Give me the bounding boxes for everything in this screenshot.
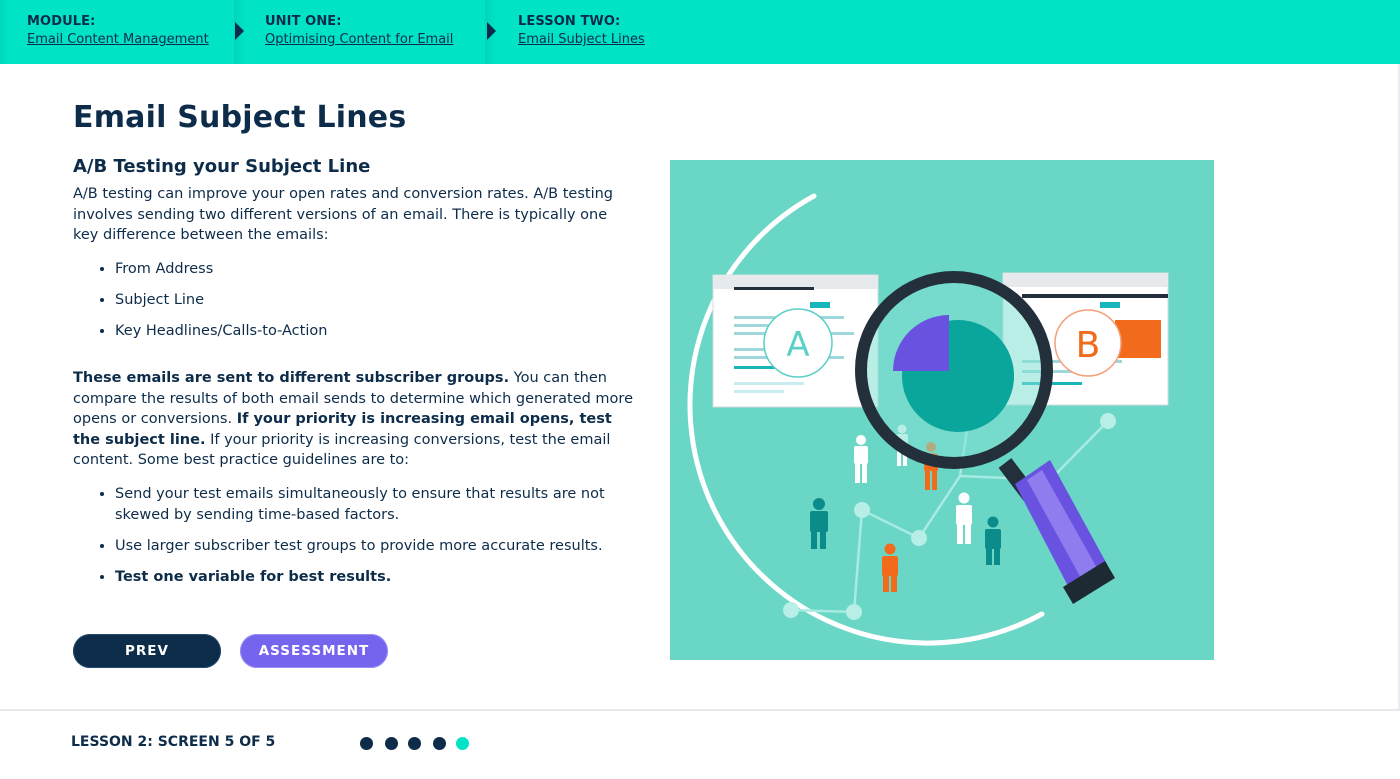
section-title: A/B Testing your Subject Line [73, 156, 371, 177]
pagination-dot[interactable] [360, 737, 373, 750]
prev-button[interactable]: PREV [73, 634, 221, 668]
breadcrumb-module: MODULE: Email Content Management [27, 0, 209, 64]
breadcrumb-arrow-icon [487, 22, 496, 40]
breadcrumb-edge-shade [0, 0, 8, 64]
guidance-paragraph: These emails are sent to different subsc… [73, 368, 633, 471]
page-title: Email Subject Lines [73, 100, 407, 135]
list-item: Send your test emails simultaneously to … [115, 484, 633, 525]
intro-paragraph: A/B testing can improve your open rates … [73, 186, 613, 243]
breadcrumb-lesson: LESSON TWO: Email Subject Lines [518, 0, 645, 64]
best-practice-list: Send your test emails simultaneously to … [73, 484, 633, 598]
lesson-progress-label: LESSON 2: SCREEN 5 OF 5 [71, 734, 276, 750]
breadcrumb-module-caption: MODULE: [27, 14, 96, 29]
list-item: Subject Line [115, 290, 633, 311]
breadcrumb-lesson-link[interactable]: Email Subject Lines [518, 30, 645, 50]
list-item: From Address [115, 259, 633, 280]
breadcrumb-arrow-icon [235, 22, 244, 40]
breadcrumb-unit-link[interactable]: Optimising Content for Email [265, 30, 453, 50]
pagination-dot[interactable] [385, 737, 398, 750]
breadcrumb-unit: UNIT ONE: Optimising Content for Email [265, 0, 453, 64]
list-item: Test one variable for best results. [115, 567, 633, 588]
variant-a-label: A [786, 325, 809, 365]
breadcrumb-unit-caption: UNIT ONE: [265, 14, 342, 29]
breadcrumb-module-link[interactable]: Email Content Management [27, 30, 209, 50]
list-item: Key Headlines/Calls-to-Action [115, 321, 633, 342]
emphasis-text: These emails are sent to different subsc… [73, 370, 510, 386]
variant-b-label: B [1076, 325, 1101, 366]
assessment-button[interactable]: ASSESSMENT [240, 634, 388, 668]
ab-testing-illustration: A B [670, 160, 1214, 660]
pagination-dot-active[interactable] [456, 737, 469, 750]
breadcrumb-lesson-caption: LESSON TWO: [518, 14, 621, 29]
list-item: Use larger subscriber test groups to pro… [115, 536, 633, 557]
pagination-dot[interactable] [433, 737, 446, 750]
difference-list: From Address Subject Line Key Headlines/… [73, 259, 633, 352]
footer-divider [0, 709, 1400, 711]
breadcrumb-bar: MODULE: Email Content Management UNIT ON… [0, 0, 1400, 64]
email-card-a: A [712, 274, 879, 408]
pagination-dot[interactable] [408, 737, 421, 750]
